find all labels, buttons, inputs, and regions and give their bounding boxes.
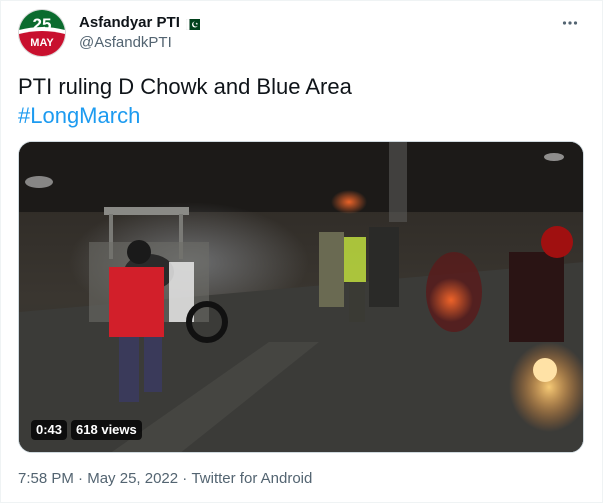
user-names: Asfandyar PTI @AsfandkPTI [79,12,200,51]
tweet-date[interactable]: May 25, 2022 [87,470,178,487]
display-name-row: Asfandyar PTI [79,12,200,32]
tweet-header: 25 MAY Asfandyar PTI @AsfandkPTI [18,9,588,59]
more-options-icon[interactable] [558,11,582,35]
tweet-body: PTI ruling D Chowk and Blue Area [18,74,352,99]
tweet-card: 25 MAY Asfandyar PTI @AsfandkPTI PTI rul… [0,0,603,503]
tweet-source[interactable]: Twitter for Android [191,470,312,487]
pakistan-flag-icon [185,17,200,30]
video-badges: 0:43 618 views [31,420,142,440]
avatar-text-bottom: MAY [30,37,54,49]
video-views: 618 views [71,420,142,440]
meta-separator-2: · [178,470,192,487]
avatar-text-top: 25 [33,15,52,34]
tweet-time[interactable]: 7:58 PM [18,470,74,487]
meta-separator: · [73,470,88,487]
video-duration: 0:43 [31,420,68,440]
tweet-meta: 7:58 PM · May 25, 2022 · Twitter for And… [18,470,312,487]
avatar-image: 25 MAY [19,10,65,56]
video-frame [19,142,583,452]
tweet-text: PTI ruling D Chowk and Blue Area #LongMa… [18,72,588,130]
video-player[interactable]: 0:43 618 views [18,141,584,453]
avatar[interactable]: 25 MAY [18,9,66,57]
hashtag-link[interactable]: #LongMarch [18,101,588,130]
display-name[interactable]: Asfandyar PTI [79,14,180,31]
user-handle[interactable]: @AsfandkPTI [79,34,200,51]
